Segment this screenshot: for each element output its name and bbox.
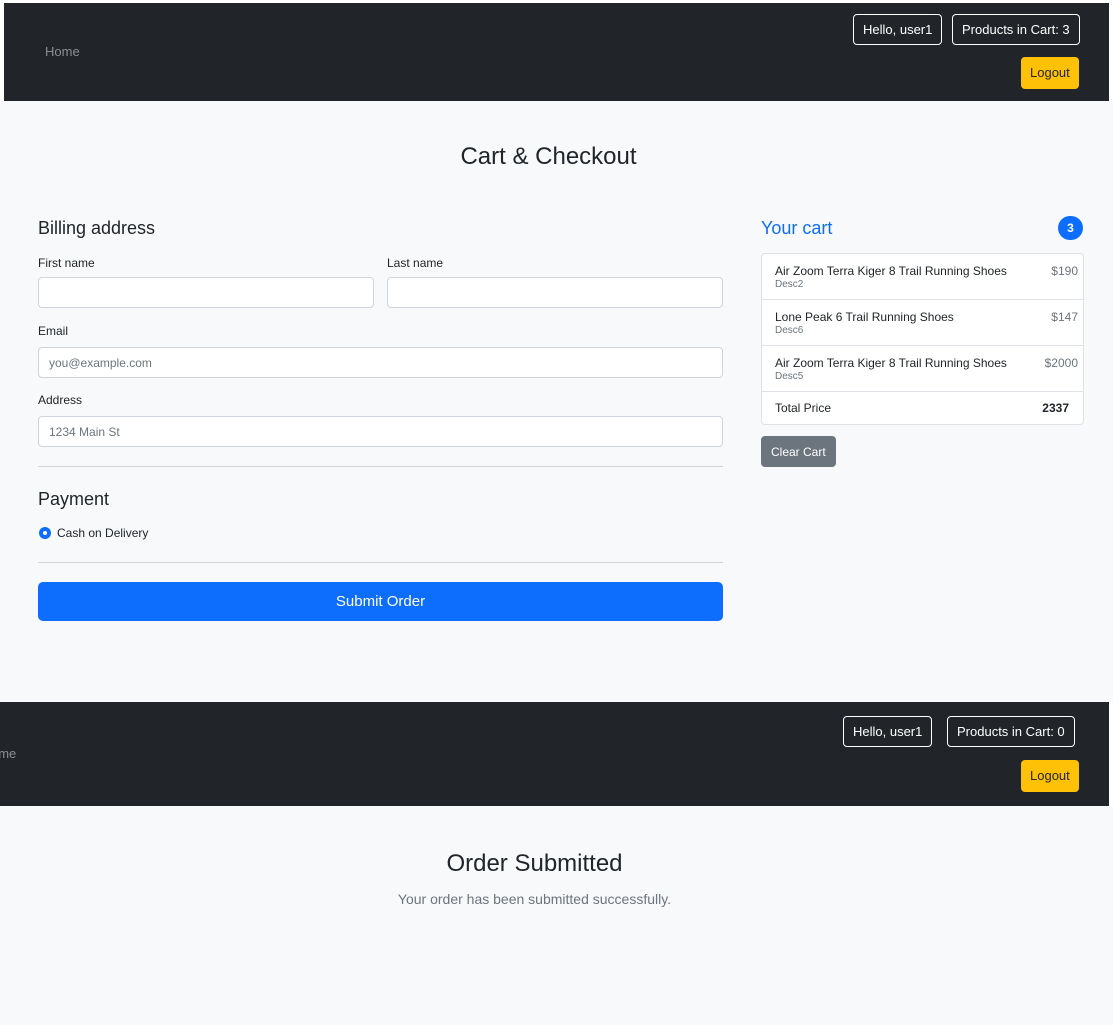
confirmation-title: Order Submitted: [446, 850, 623, 877]
cart-title: Your cart: [761, 218, 833, 238]
cart-item-desc: Desc2: [775, 279, 804, 290]
confirmation-page: Order Submitted Your order has been subm…: [0, 806, 1113, 1025]
cart-item-price: $190: [1051, 264, 1078, 278]
cart-item-price: $147: [1051, 310, 1078, 324]
last-name-input[interactable]: [387, 277, 723, 308]
user-greeting: Hello, user1: [853, 14, 943, 45]
cart-item-desc: Desc5: [775, 371, 804, 382]
first-name-input[interactable]: [38, 277, 374, 308]
logout-button[interactable]: Logout: [1021, 57, 1079, 89]
nav-home-link[interactable]: Home: [45, 44, 80, 59]
submit-order-button[interactable]: Submit Order: [38, 582, 723, 621]
cart-count-badge[interactable]: Products in Cart: 0: [947, 716, 1075, 747]
total-price-label: Total Price: [775, 401, 832, 415]
page-title: Cart & Checkout: [460, 143, 637, 170]
bottom-navbar: ome Hello, user1 Products in Cart: 0 Log…: [0, 702, 1109, 806]
email-input[interactable]: [38, 347, 723, 378]
cart-item: Air Zoom Terra Kiger 8 Trail Running Sho…: [762, 254, 1083, 300]
payment-heading: Payment: [38, 489, 110, 509]
confirmation-message: Your order has been submitted successful…: [397, 891, 672, 907]
cart-item-desc: Desc6: [775, 325, 804, 336]
last-name-label: Last name: [387, 256, 444, 270]
address-input[interactable]: [38, 416, 723, 447]
cart-count-badge[interactable]: Products in Cart: 3: [952, 14, 1080, 45]
cart-item-name: Air Zoom Terra Kiger 8 Trail Running Sho…: [775, 264, 1007, 278]
cart-item-price: $2000: [1044, 356, 1078, 370]
clear-cart-button[interactable]: Clear Cart: [761, 436, 836, 467]
cart-total-row: Total Price 2337: [762, 392, 1083, 424]
cart-list: Air Zoom Terra Kiger 8 Trail Running Sho…: [761, 253, 1084, 425]
section-divider: [38, 466, 723, 467]
user-greeting: Hello, user1: [843, 716, 933, 747]
cash-on-delivery-label[interactable]: Cash on Delivery: [57, 526, 148, 540]
cart-item-name: Lone Peak 6 Trail Running Shoes: [775, 310, 954, 324]
email-label: Email: [38, 324, 69, 338]
billing-heading: Billing address: [38, 218, 156, 238]
section-divider: [38, 562, 723, 563]
cash-on-delivery-radio[interactable]: [39, 527, 51, 539]
logout-button[interactable]: Logout: [1021, 760, 1079, 792]
cart-item: Lone Peak 6 Trail Running Shoes Desc6 $1…: [762, 300, 1083, 346]
cart-item-name: Air Zoom Terra Kiger 8 Trail Running Sho…: [775, 356, 1007, 370]
cart-count-pill: 3: [1058, 216, 1083, 240]
nav-home-link[interactable]: ome: [0, 746, 16, 761]
cart-item: Air Zoom Terra Kiger 8 Trail Running Sho…: [762, 346, 1083, 392]
total-price-value: 2337: [1042, 401, 1069, 415]
top-navbar: Home Hello, user1 Products in Cart: 3 Lo…: [4, 3, 1109, 101]
address-label: Address: [38, 393, 83, 407]
first-name-label: First name: [38, 256, 95, 270]
checkout-page: Cart & Checkout Billing address First na…: [0, 101, 1113, 702]
